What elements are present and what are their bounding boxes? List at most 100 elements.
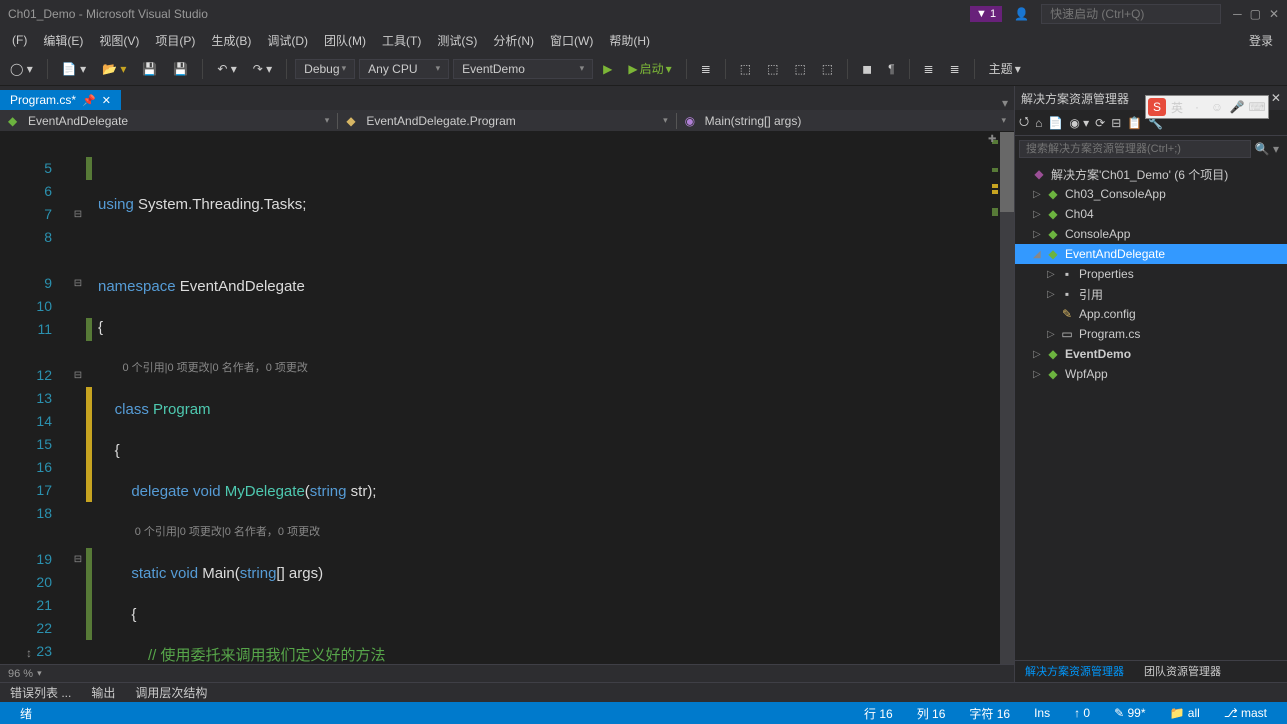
se-back-icon[interactable]: ⭯ — [1019, 112, 1029, 133]
tb-icon-8[interactable]: ≣ — [918, 58, 940, 80]
redo-button[interactable]: ↷ ▾ — [247, 58, 278, 80]
undo-button[interactable]: ↶ ▾ — [211, 58, 242, 80]
se-showall-icon[interactable]: 📋 — [1127, 116, 1142, 130]
tree-root[interactable]: ◆解决方案'Ch01_Demo' (6 个项目) — [1015, 164, 1287, 184]
menu-test[interactable]: 测试(S) — [429, 30, 485, 51]
start-button-1[interactable]: ▶ — [597, 58, 618, 80]
breadcrumb-project[interactable]: ◆ EventAndDelegate ▾ — [0, 112, 337, 130]
se-scope-icon[interactable]: ◉ ▾ — [1069, 116, 1089, 130]
code-text[interactable]: using System.Threading.Tasks; namespace … — [94, 132, 1014, 664]
close-tab-button[interactable]: ✕ — [102, 94, 111, 107]
ime-logo-icon[interactable]: S — [1148, 98, 1166, 116]
zoom-dropdown[interactable]: 96 %▾ — [8, 668, 42, 680]
solution-search-input[interactable] — [1019, 140, 1251, 158]
breadcrumb-bar: ◆ EventAndDelegate ▾ ◆ EventAndDelegate.… — [0, 110, 1014, 132]
status-branch[interactable]: ⎇ mast — [1212, 706, 1279, 720]
se-home-icon[interactable]: ⌂ — [1035, 116, 1042, 130]
tree-node[interactable]: ▷▭Program.cs — [1015, 324, 1287, 344]
nav-up-icon[interactable]: ↕ — [26, 646, 40, 660]
menu-tools[interactable]: 工具(T) — [374, 30, 429, 51]
tree-node[interactable]: ▷◆Ch03_ConsoleApp — [1015, 184, 1287, 204]
breadcrumb-class[interactable]: ◆ EventAndDelegate.Program ▾ — [338, 112, 675, 130]
file-tab-program[interactable]: Program.cs* 📌 ✕ — [0, 90, 121, 110]
tree-node[interactable]: ▷◆WpfApp — [1015, 364, 1287, 384]
tb-icon-9[interactable]: ≣ — [944, 58, 966, 80]
ime-punct-button[interactable]: · — [1188, 98, 1206, 116]
solution-explorer-title: 解决方案资源管理器 — [1021, 90, 1129, 107]
ime-toolbar[interactable]: S 英 · ☺ 🎤 ⌨ — [1145, 95, 1269, 119]
status-char: 字符 16 — [957, 705, 1022, 722]
tb-icon-1[interactable]: ≣ — [695, 58, 717, 80]
tb-icon-3[interactable]: ⬚ — [761, 58, 784, 80]
ime-lang-button[interactable]: 英 — [1168, 98, 1186, 116]
toolbar: ◯ ▾ 📄 ▾ 📂 ▾ 💾 💾 ↶ ▾ ↷ ▾ Debug▾ Any CPU▾ … — [0, 52, 1287, 86]
menu-debug[interactable]: 调试(D) — [259, 30, 316, 51]
tab-strip: Program.cs* 📌 ✕ ▾ — [0, 86, 1014, 110]
ime-emoji-button[interactable]: ☺ — [1208, 98, 1226, 116]
menu-team[interactable]: 团队(M) — [316, 30, 374, 51]
tab-solution-explorer[interactable]: 解决方案资源管理器 — [1015, 661, 1134, 682]
split-button[interactable]: ✚ — [988, 134, 1000, 146]
tb-icon-2[interactable]: ⬚ — [734, 58, 757, 80]
menu-analyze[interactable]: 分析(N) — [485, 30, 542, 51]
editor-scrollbar[interactable] — [1000, 132, 1014, 664]
tree-node[interactable]: ✎App.config — [1015, 304, 1287, 324]
tb-icon-5[interactable]: ⬚ — [816, 58, 839, 80]
login-button[interactable]: 登录 — [1239, 30, 1283, 51]
theme-dropdown[interactable]: 主题 ▾ — [983, 56, 1027, 81]
save-button[interactable]: 💾 — [136, 58, 163, 80]
nav-back-button[interactable]: ◯ ▾ — [4, 58, 39, 80]
breadcrumb-method[interactable]: ◉ Main(string[] args) ▾ — [677, 112, 1014, 130]
new-file-button[interactable]: 📄 ▾ — [56, 58, 92, 80]
menu-project[interactable]: 项目(P) — [147, 30, 203, 51]
tb-icon-4[interactable]: ⬚ — [788, 58, 811, 80]
menu-window[interactable]: 窗口(W) — [542, 30, 601, 51]
pin-icon[interactable]: 📌 — [82, 94, 96, 107]
config-dropdown[interactable]: Debug▾ — [295, 59, 355, 79]
notification-flag[interactable]: ▼ 1 — [970, 6, 1002, 22]
menu-help[interactable]: 帮助(H) — [601, 30, 658, 51]
titlebar: Ch01_Demo - Microsoft Visual Studio ▼ 1 … — [0, 0, 1287, 28]
solution-tree[interactable]: ◆解决方案'Ch01_Demo' (6 个项目)▷◆Ch03_ConsoleAp… — [1015, 162, 1287, 660]
ime-keyboard-button[interactable]: ⌨ — [1248, 98, 1266, 116]
start-button-2[interactable]: ▶ 启动 ▾ — [622, 56, 677, 81]
tree-node[interactable]: ▷▪Properties — [1015, 264, 1287, 284]
status-all[interactable]: 📁 all — [1158, 706, 1212, 720]
code-area[interactable]: 56789101112131415161718192021222324 ⊟ ⊟ … — [0, 132, 1014, 664]
tab-overflow-button[interactable]: ▾ — [996, 96, 1014, 110]
se-refresh-icon[interactable]: ⟳ — [1095, 116, 1105, 130]
status-publish[interactable]: ↑ 0 — [1062, 706, 1102, 720]
tree-node[interactable]: ▷▪引用 — [1015, 284, 1287, 304]
tab-team-explorer[interactable]: 团队资源管理器 — [1134, 661, 1231, 682]
tree-node[interactable]: ▷◆Ch04 — [1015, 204, 1287, 224]
close-button[interactable]: ✕ — [1269, 7, 1279, 21]
tab-error-list[interactable]: 错误列表 ... — [4, 684, 77, 701]
line-number-gutter: 56789101112131415161718192021222324 — [0, 132, 70, 664]
tree-node[interactable]: ◢◆EventAndDelegate — [1015, 244, 1287, 264]
menu-view[interactable]: 视图(V) — [91, 30, 147, 51]
quick-launch-input[interactable] — [1041, 4, 1221, 24]
ime-mic-button[interactable]: 🎤 — [1228, 98, 1246, 116]
menu-build[interactable]: 生成(B) — [203, 30, 259, 51]
minimize-button[interactable]: ─ — [1233, 7, 1242, 21]
open-button[interactable]: 📂 ▾ — [96, 58, 132, 80]
status-line: 行 16 — [852, 705, 905, 722]
menu-edit[interactable]: 编辑(E) — [35, 30, 91, 51]
save-all-button[interactable]: 💾 — [167, 58, 194, 80]
account-icon[interactable]: 👤 — [1014, 7, 1029, 21]
search-options-button[interactable]: 🔍 ▾ — [1251, 142, 1283, 156]
tab-output[interactable]: 输出 — [85, 684, 121, 701]
platform-dropdown[interactable]: Any CPU▾ — [359, 59, 449, 79]
tree-node[interactable]: ▷◆ConsoleApp — [1015, 224, 1287, 244]
status-pct[interactable]: ✎ 99* — [1102, 706, 1157, 720]
tb-icon-6[interactable]: ◼ — [856, 58, 878, 80]
startup-project-dropdown[interactable]: EventDemo▾ — [453, 59, 593, 79]
se-collapse-icon[interactable]: ⊟ — [1111, 116, 1121, 130]
tree-node[interactable]: ▷◆EventDemo — [1015, 344, 1287, 364]
tab-call-hierarchy[interactable]: 调用层次结构 — [129, 684, 213, 701]
tb-icon-7[interactable]: ¶ — [882, 58, 900, 80]
sidebar-tabs: 解决方案资源管理器 团队资源管理器 — [1015, 660, 1287, 682]
se-sync-icon[interactable]: 📄 — [1048, 116, 1063, 130]
menu-file[interactable]: (F) — [4, 31, 35, 49]
maximize-button[interactable]: ▢ — [1250, 7, 1261, 21]
